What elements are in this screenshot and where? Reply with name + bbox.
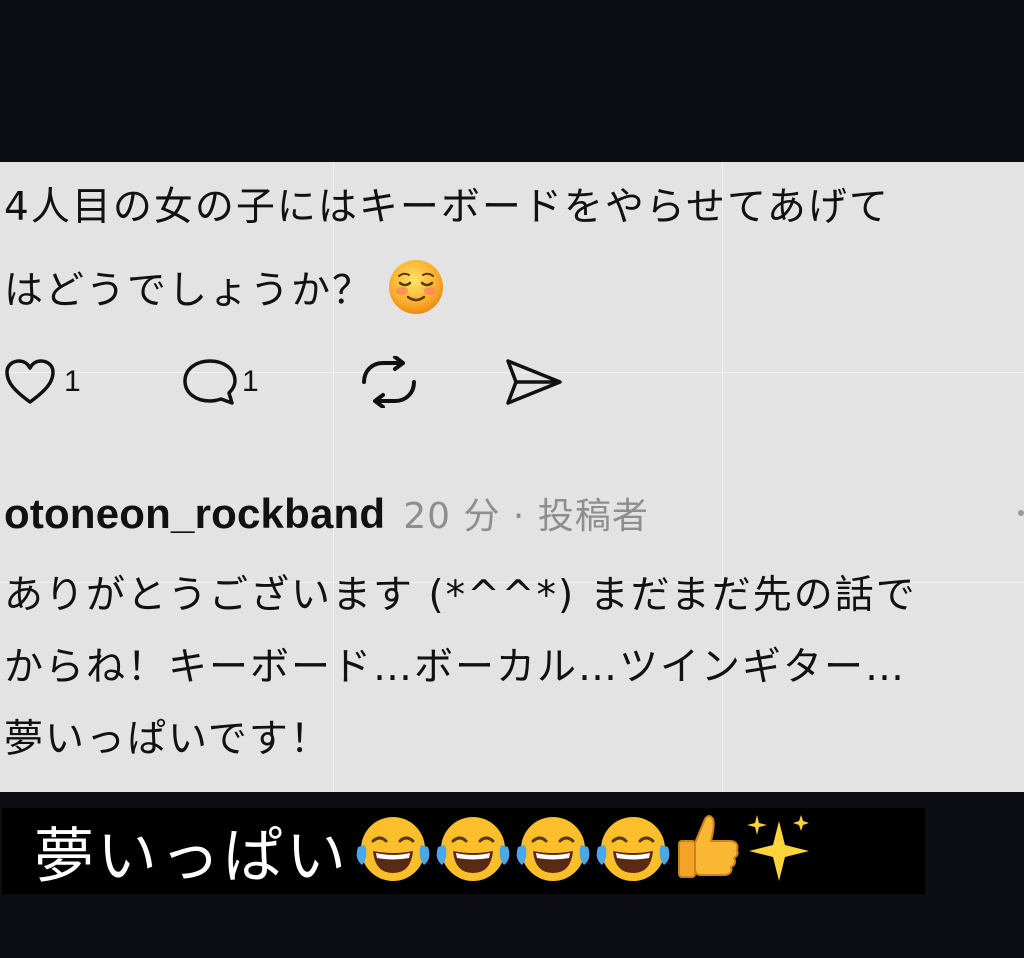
laughing-tears-emoji-icon (513, 813, 593, 889)
laughing-tears-emoji-icon (353, 813, 433, 889)
like-button[interactable]: 1 (4, 352, 81, 412)
reply-text-line-2: からね！キーボード…ボーカル…ツインギター… (4, 645, 907, 690)
like-count: 1 (64, 365, 81, 398)
reply-header: otoneon_rockband 20 分 · 投稿者 (4, 487, 649, 543)
reply-meta: 20 分 · 投稿者 (403, 496, 649, 537)
caption-banner: 夢いっぱい (2, 808, 925, 894)
laughing-tears-emoji-icon (433, 813, 513, 889)
post-text: はどうでしょうか？ (4, 268, 374, 314)
image-frame: 4人目の女の子にはキーボードをやらせてあげて はどうでしょうか？ 1 1 oto… (0, 0, 1024, 958)
repost-icon (362, 356, 416, 408)
repost-button[interactable] (358, 352, 420, 412)
post-screenshot: 4人目の女の子にはキーボードをやらせてあげて はどうでしょうか？ 1 1 oto… (0, 162, 1024, 792)
sparkles-emoji-icon (743, 811, 815, 891)
post-text-line-2: はどうでしょうか？ (4, 258, 445, 328)
comment-count: 1 (242, 365, 259, 398)
reply-text-line-1: ありがとうございます (*^^*) まだまだ先の話で (4, 573, 917, 618)
caption-emojis (353, 811, 815, 891)
reply-text-line-3: 夢いっぱいです！ (4, 717, 331, 762)
laughing-tears-emoji-icon (593, 813, 673, 889)
comment-button[interactable]: 1 (180, 352, 259, 412)
comment-icon (183, 359, 237, 405)
username-link[interactable]: otoneon_rockband (4, 490, 385, 538)
share-button[interactable] (504, 352, 564, 412)
thumbs-up-emoji-icon (673, 811, 743, 891)
grid-line (333, 162, 334, 792)
send-icon (506, 359, 562, 405)
more-options-icon[interactable] (1018, 510, 1024, 516)
relieved-emoji-icon (387, 258, 445, 328)
grid-line (722, 162, 723, 792)
caption-text: 夢いっぱい (34, 821, 349, 892)
post-actions: 1 1 (0, 352, 700, 412)
heart-icon (5, 359, 55, 404)
post-text-line-1: 4人目の女の子にはキーボードをやらせてあげて (4, 185, 890, 230)
